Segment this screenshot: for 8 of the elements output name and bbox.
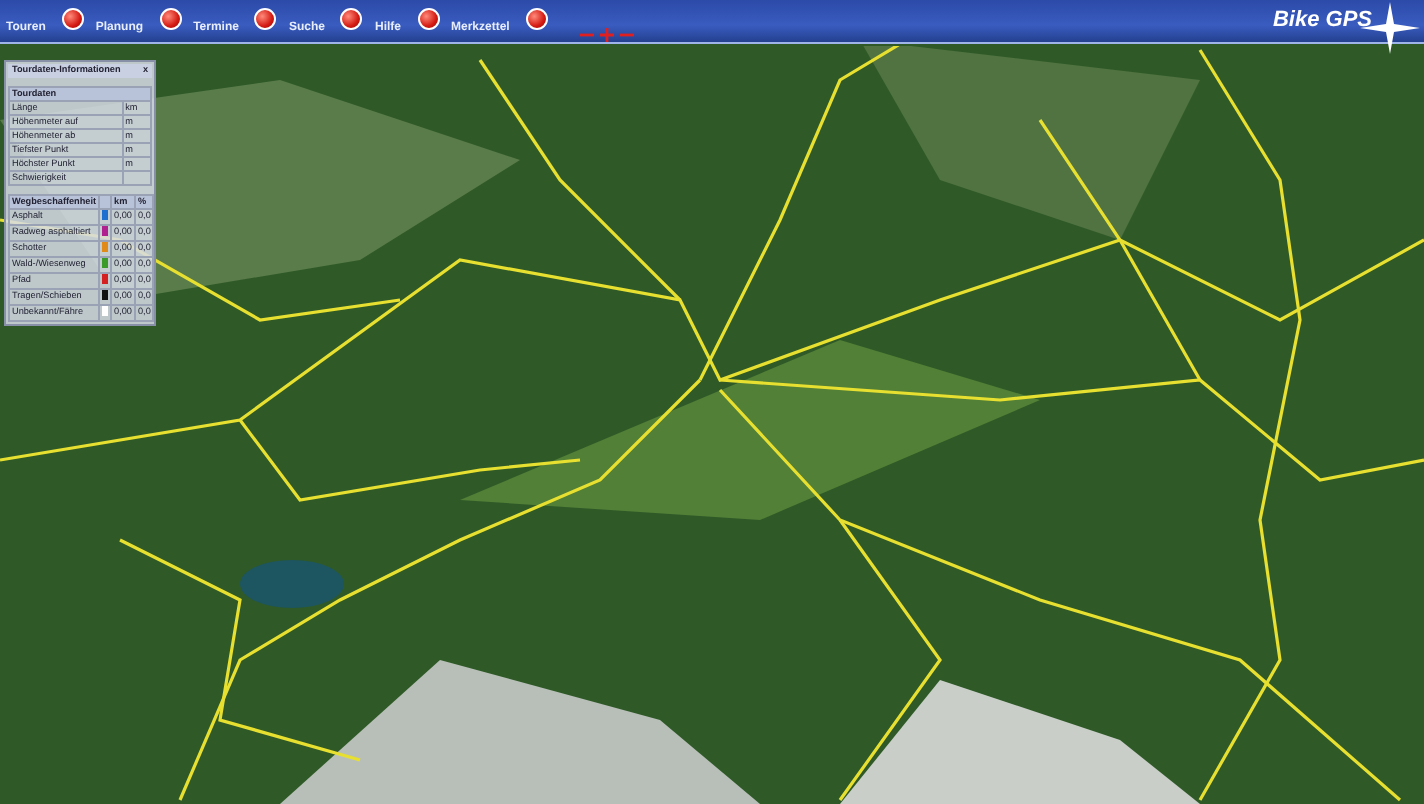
toolbar-icon[interactable] (340, 8, 363, 30)
toolbar-icon[interactable] (417, 8, 439, 30)
toolbar-icon[interactable] (525, 8, 548, 30)
toolbar-icon[interactable] (159, 8, 182, 30)
toolbar-icon[interactable] (254, 8, 277, 30)
satellite-map-drawing[interactable] (0, 46, 1424, 804)
logo-text: Bike GPS (1272, 6, 1372, 36)
toolbar-icon[interactable] (61, 8, 84, 30)
